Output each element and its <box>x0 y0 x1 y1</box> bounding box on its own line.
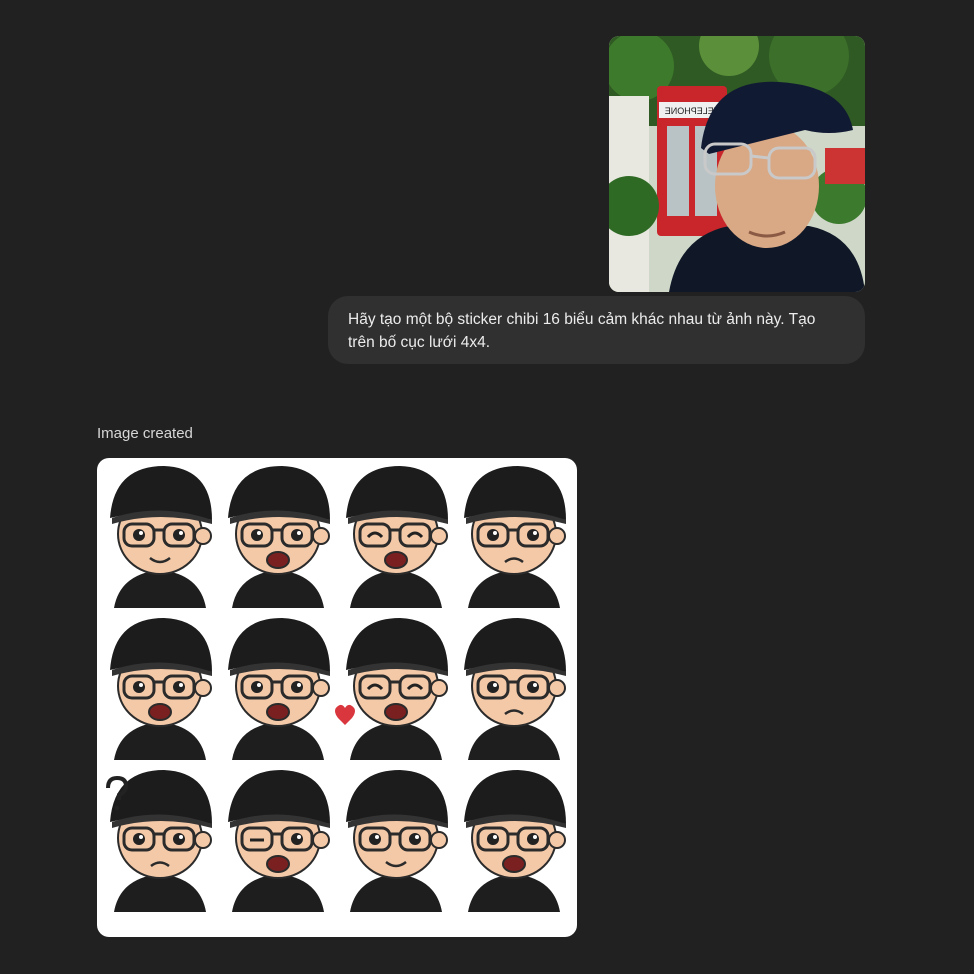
sticker-grid <box>106 466 566 912</box>
sticker-wink <box>228 770 330 912</box>
sticker-nervous <box>464 618 566 760</box>
generated-sticker-sheet[interactable] <box>97 458 577 937</box>
user-message-bubble: Hãy tạo một bộ sticker chibi 16 biểu cảm… <box>328 296 865 364</box>
sticker-laughing <box>346 466 448 608</box>
photo-illustration: TELEPHONE <box>609 36 865 292</box>
sticker-shouting <box>228 618 330 760</box>
sticker-angry <box>228 466 330 608</box>
sticker-worried <box>464 466 566 608</box>
sticker-neutral <box>110 466 212 608</box>
heart-icon <box>335 704 355 725</box>
sticker-surprised <box>110 618 212 760</box>
image-created-label: Image created <box>97 425 193 442</box>
user-message-text: Hãy tạo một bộ sticker chibi 16 biểu cảm… <box>348 311 816 351</box>
sticker-smile <box>346 770 448 912</box>
user-uploaded-photo[interactable]: TELEPHONE <box>609 36 865 292</box>
sticker-confused <box>106 770 212 912</box>
sticker-determined <box>464 770 566 912</box>
chat-page: TELEPHONE Hãy tạo một bộ sticker chibi 1… <box>0 0 974 974</box>
sticker-love <box>335 618 448 760</box>
